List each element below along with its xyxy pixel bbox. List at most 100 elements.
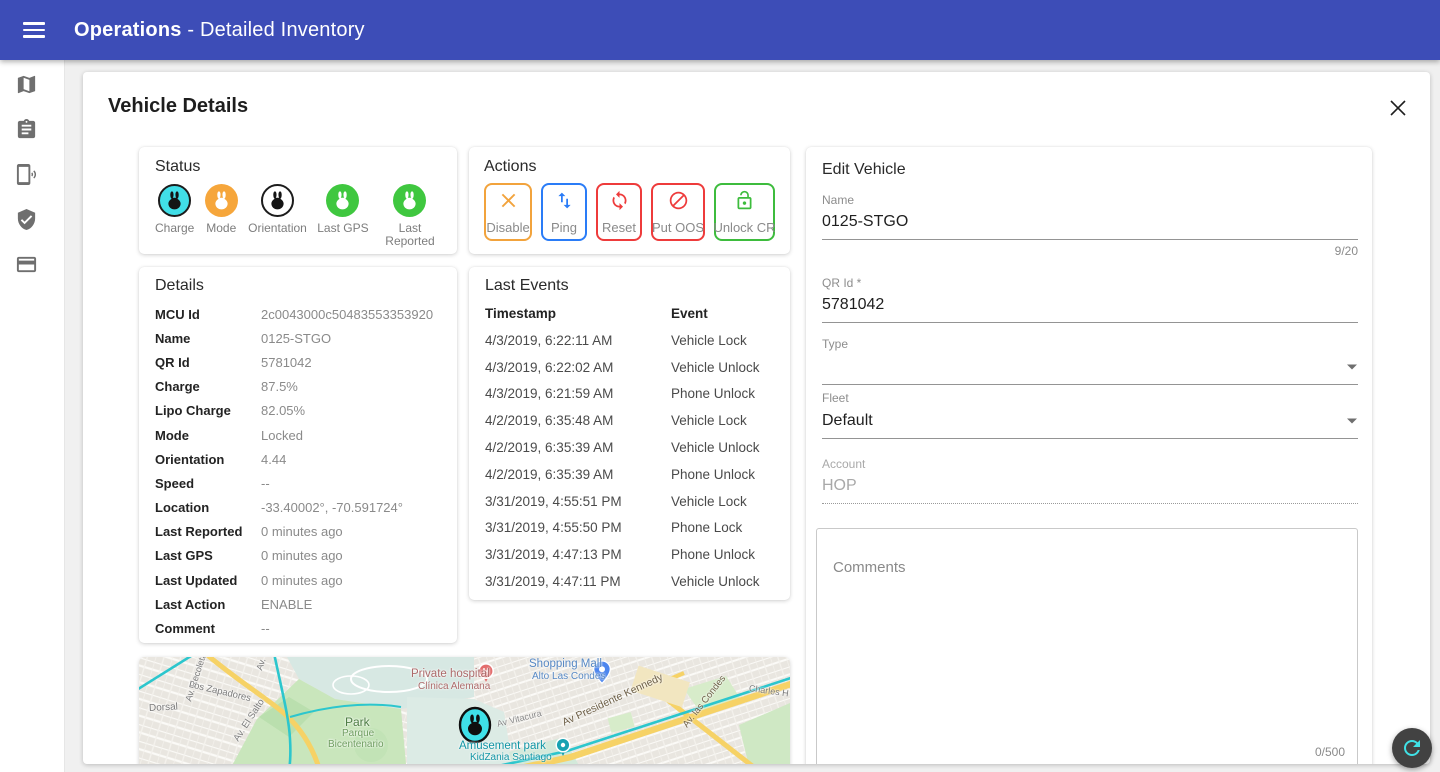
status-title: Status — [155, 158, 441, 176]
sidebar-item-inventory[interactable] — [15, 117, 49, 141]
type-field-label: Type — [822, 337, 1358, 351]
detail-label: Last Updated — [155, 573, 261, 588]
detail-row: Last GPS 0 minutes ago — [155, 544, 441, 568]
actions-panel: Actions Disable Ping Reset Put OOS Unloc… — [469, 147, 790, 254]
shield-check-icon — [15, 208, 38, 231]
event-row: 4/3/2019, 6:22:02 AM Vehicle Unlock — [485, 354, 782, 381]
detail-row: MCU Id 2c0043000c50483553353920 — [155, 302, 441, 326]
event-row: 4/3/2019, 6:22:11 AM Vehicle Lock — [485, 327, 782, 354]
unlock-cr-button[interactable]: Unlock CR — [714, 183, 775, 241]
disable-button[interactable]: Disable — [484, 183, 532, 241]
event-row: 3/31/2019, 4:55:51 PM Vehicle Lock — [485, 488, 782, 515]
event-timestamp: 3/31/2019, 4:47:11 PM — [485, 574, 671, 589]
detail-label: Charge — [155, 379, 261, 394]
event-row: 4/2/2019, 6:35:48 AM Vehicle Lock — [485, 407, 782, 434]
event-row: 4/2/2019, 6:35:39 AM Phone Unlock — [485, 461, 782, 488]
hamburger-menu-icon[interactable] — [14, 10, 54, 50]
details-rows: MCU Id 2c0043000c50483553353920 Name 012… — [155, 302, 441, 641]
refresh-fab-button[interactable] — [1392, 728, 1432, 768]
status-label: Charge — [155, 222, 194, 235]
event-timestamp: 4/2/2019, 6:35:39 AM — [485, 467, 671, 482]
last-events-panel: Last Events Timestamp Event 4/3/2019, 6:… — [469, 267, 790, 600]
detail-value: ENABLE — [261, 597, 312, 612]
sidebar-item-devices[interactable] — [15, 162, 49, 186]
event-timestamp: 4/3/2019, 6:22:02 AM — [485, 360, 671, 375]
map-label: Park — [345, 715, 370, 729]
detail-row: Last Updated 0 minutes ago — [155, 568, 441, 592]
detail-value: 0125-STGO — [261, 331, 331, 346]
status-label: Orientation — [248, 222, 307, 235]
status-label: Mode — [206, 222, 236, 235]
ping-button[interactable]: Ping — [541, 183, 587, 241]
map-label: KidZania Santiago — [470, 752, 552, 763]
detail-value: -- — [261, 621, 270, 636]
sidebar-item-map[interactable] — [15, 72, 49, 96]
fleet-field-label: Fleet — [822, 391, 1358, 405]
event-name: Phone Unlock — [671, 386, 755, 401]
detail-label: Name — [155, 331, 261, 346]
detail-value: 82.05% — [261, 403, 305, 418]
map-icon — [15, 73, 38, 96]
page-title: Vehicle Details — [108, 95, 248, 118]
app-bar: Operations - Detailed Inventory — [0, 0, 1440, 60]
qr-id-input[interactable] — [822, 290, 1358, 323]
type-field-group: Type — [822, 337, 1358, 385]
detail-value: 5781042 — [261, 355, 312, 370]
chevron-down-icon — [1346, 412, 1358, 430]
swap-arrows-icon — [554, 190, 575, 211]
status-label: Last Reported — [379, 222, 441, 248]
events-header-row: Timestamp Event — [485, 299, 782, 327]
status-last-gps: Last GPS — [317, 184, 368, 235]
status-orientation: Orientation — [248, 184, 307, 235]
detail-row: Charge 87.5% — [155, 375, 441, 399]
action-label: Reset — [602, 220, 636, 235]
unlock-icon — [734, 190, 755, 211]
event-row: 3/31/2019, 4:47:13 PM Phone Unlock — [485, 541, 782, 568]
detail-label: Orientation — [155, 452, 261, 467]
fleet-field-group: Fleet Default — [822, 391, 1358, 439]
type-select[interactable] — [822, 351, 1358, 385]
event-name: Vehicle Lock — [671, 494, 747, 509]
map-label: Amusement park — [459, 740, 546, 752]
detail-value: 2c0043000c50483553353920 — [261, 307, 433, 322]
map-label: Bicentenario — [328, 739, 384, 750]
sidebar-item-security[interactable] — [15, 207, 49, 231]
event-timestamp: 4/3/2019, 6:22:11 AM — [485, 333, 671, 348]
detail-value: 0 minutes ago — [261, 548, 343, 563]
detail-label: Last GPS — [155, 548, 261, 563]
event-timestamp: 3/31/2019, 4:55:51 PM — [485, 494, 671, 509]
comments-textarea[interactable] — [817, 529, 1357, 729]
put-oos-button[interactable]: Put OOS — [651, 183, 705, 241]
reset-button[interactable]: Reset — [596, 183, 642, 241]
details-panel: Details MCU Id 2c0043000c50483553353920 … — [139, 267, 457, 643]
actions-row: Disable Ping Reset Put OOS Unlock CR — [484, 183, 775, 241]
detail-value: 87.5% — [261, 379, 298, 394]
qr-field-group: QR Id * — [822, 276, 1358, 323]
event-row: 3/31/2019, 4:47:11 PM Vehicle Unlock — [485, 568, 782, 595]
event-name: Phone Unlock — [671, 467, 755, 482]
vehicle-marker — [460, 708, 490, 742]
refresh-icon — [1400, 736, 1424, 760]
detail-row: Name 0125-STGO — [155, 326, 441, 350]
event-timestamp: 4/3/2019, 6:21:59 AM — [485, 386, 671, 401]
rabbit-mode-icon — [205, 184, 238, 217]
detail-label: Lipo Charge — [155, 403, 261, 418]
account-field-label: Account — [822, 457, 1358, 471]
detail-row: QR Id 5781042 — [155, 350, 441, 374]
detail-row: Orientation 4.44 — [155, 447, 441, 471]
sidebar-item-billing[interactable] — [15, 252, 49, 276]
map-label: Clínica Alemana — [418, 681, 490, 692]
vehicle-map[interactable]: H Dorsal Av. Recoleta — [139, 657, 790, 764]
map-label: Private hospital — [411, 668, 490, 680]
edit-vehicle-title: Edit Vehicle — [822, 161, 1360, 179]
account-field-group: Account HOP — [822, 457, 1358, 504]
close-icon[interactable] — [1388, 98, 1408, 118]
event-row: 4/2/2019, 6:35:39 AM Vehicle Unlock — [485, 434, 782, 461]
detail-row: Comment -- — [155, 616, 441, 640]
fleet-select[interactable]: Default — [822, 405, 1358, 439]
detail-row: Last Reported 0 minutes ago — [155, 520, 441, 544]
clipboard-icon — [15, 118, 38, 141]
detail-label: Mode — [155, 428, 261, 443]
detail-row: Speed -- — [155, 471, 441, 495]
name-input[interactable] — [822, 207, 1358, 240]
